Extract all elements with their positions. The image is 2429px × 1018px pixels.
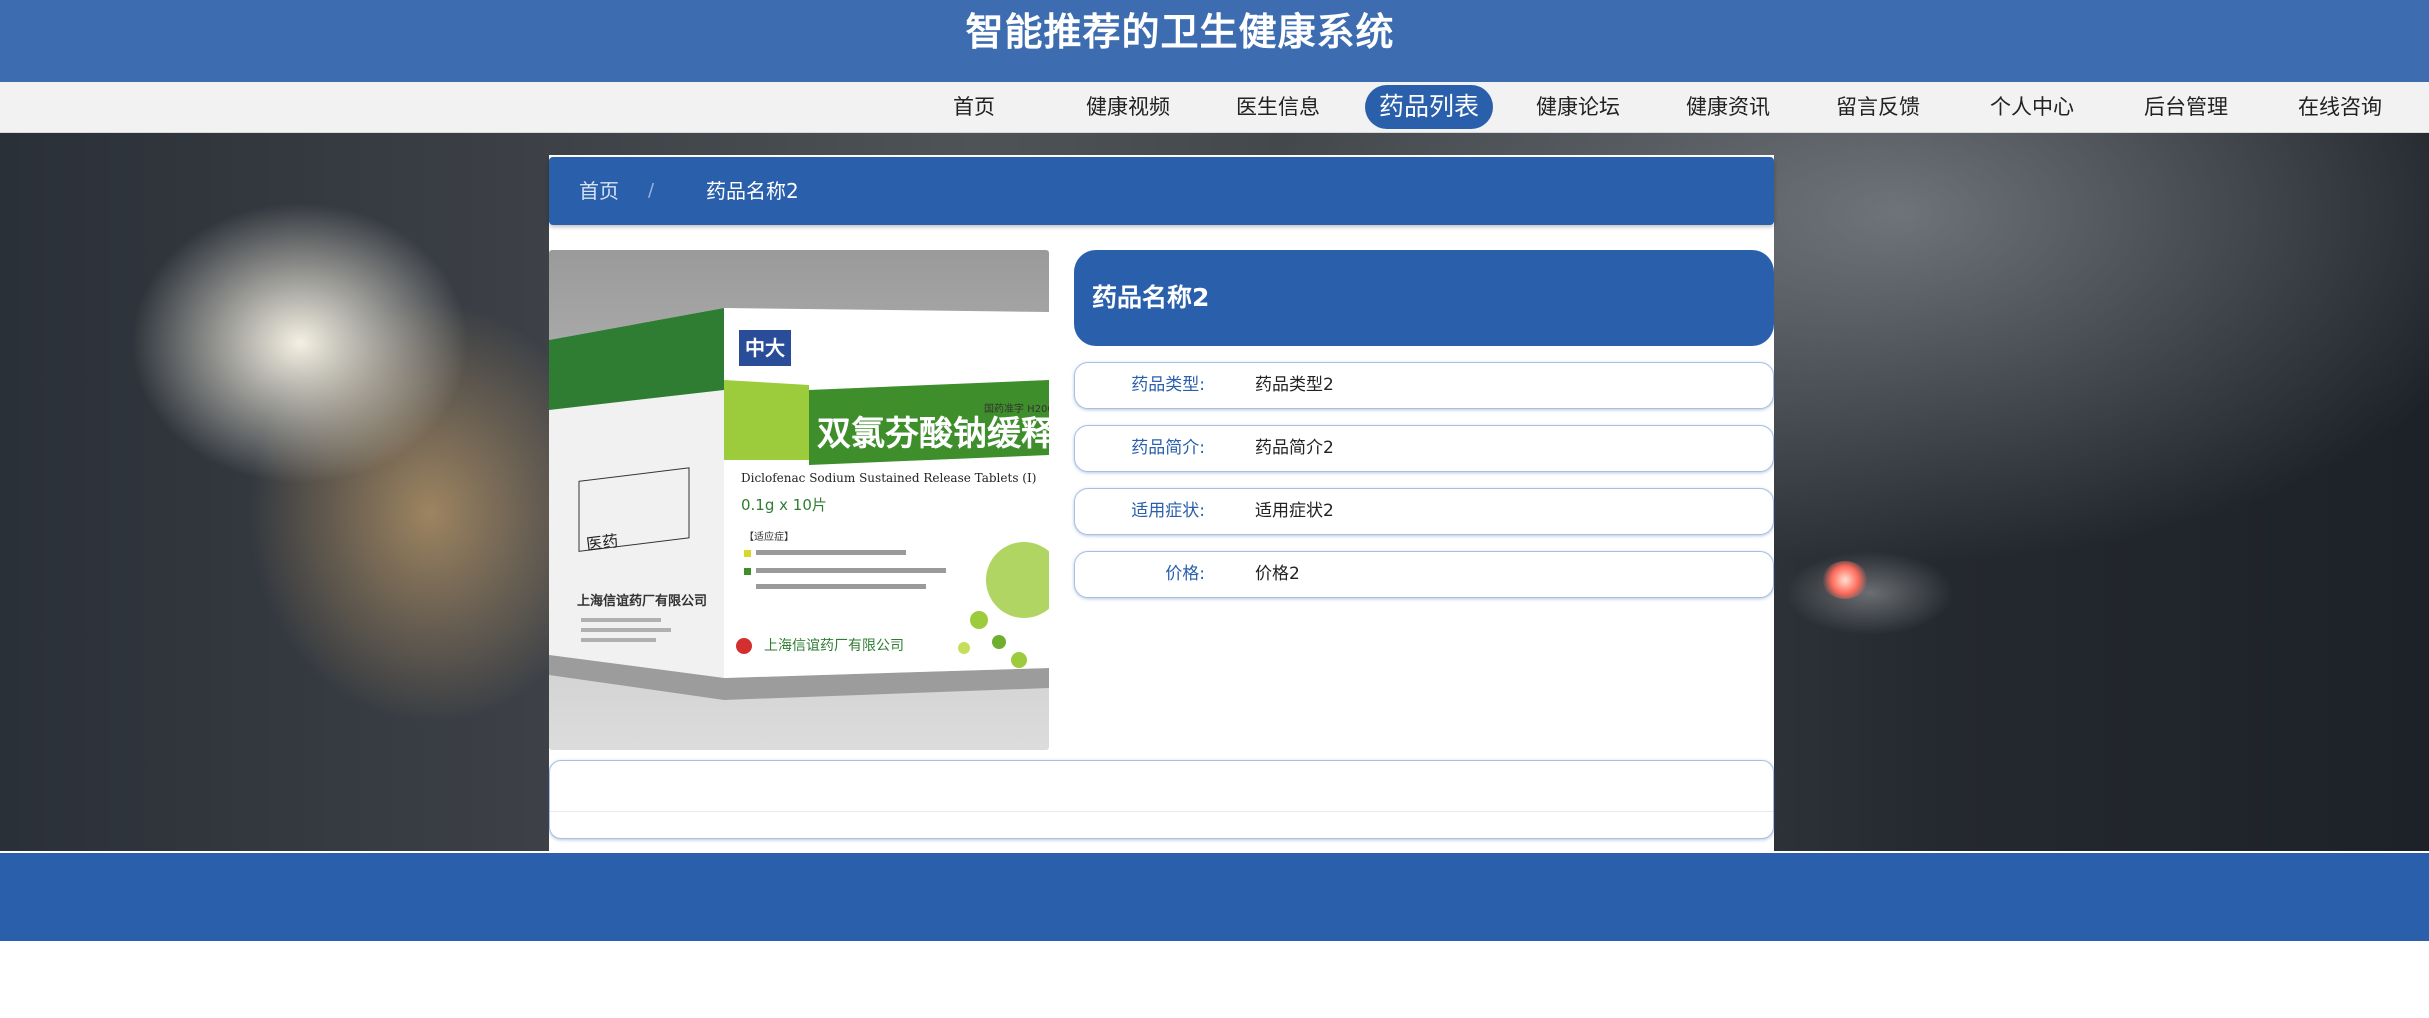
field-value: 适用症状2 (1255, 501, 1334, 521)
field-medicine-intro: 药品简介: 药品简介2 (1074, 425, 1774, 472)
detail-content-box (549, 760, 1774, 839)
nav-item-health-videos[interactable]: 健康视频 (1080, 85, 1176, 129)
box-indication-heading: 【适应症】 (744, 530, 794, 543)
site-title: 智能推荐的卫生健康系统 (965, 10, 1395, 54)
nav-item-health-news[interactable]: 健康资讯 (1680, 85, 1776, 129)
breadcrumb: 首页 / 药品名称2 (549, 157, 1774, 225)
detail-header: 药品名称2 (1074, 250, 1774, 346)
field-value: 药品类型2 (1255, 375, 1334, 395)
nav-item-online-consult[interactable]: 在线咨询 (2292, 85, 2388, 129)
product-image: 中大 国药准字 H200100 双氯芬酸钠缓释片(I Diclofenac So… (549, 250, 1049, 750)
field-label: 适用症状: (1131, 501, 1205, 521)
main-nav: 首页 健康视频 医生信息 药品列表 健康论坛 健康资讯 留言反馈 个人中心 后台… (0, 82, 2429, 133)
medicine-box-illustration: 中大 国药准字 H200100 双氯芬酸钠缓释片(I Diclofenac So… (549, 308, 1049, 700)
box-side-tag: 医药 (585, 531, 619, 554)
box-spec: 0.1g x 10片 (741, 496, 827, 514)
field-label: 价格: (1165, 564, 1205, 584)
divider (550, 811, 1773, 812)
nav-item-feedback[interactable]: 留言反馈 (1830, 85, 1926, 129)
box-title-cn: 双氯芬酸钠缓释片(I (817, 414, 1049, 454)
breadcrumb-home-link[interactable]: 首页 (579, 157, 619, 225)
field-symptoms: 适用症状: 适用症状2 (1074, 488, 1774, 535)
field-value: 药品简介2 (1255, 438, 1334, 458)
field-label: 药品简介: (1131, 438, 1205, 458)
nav-item-health-forum[interactable]: 健康论坛 (1530, 85, 1626, 129)
nav-item-medicine-list[interactable]: 药品列表 (1365, 85, 1494, 129)
box-side-company: 上海信谊药厂有限公司 (577, 593, 707, 609)
nav-item-doctor-info[interactable]: 医生信息 (1230, 85, 1326, 129)
field-label: 药品类型: (1131, 375, 1205, 395)
breadcrumb-current: 药品名称2 (706, 179, 799, 203)
breadcrumb-separator: / (648, 180, 655, 201)
header-bar: 智能推荐的卫生健康系统 (0, 0, 2429, 82)
nav-item-admin[interactable]: 后台管理 (2138, 85, 2234, 129)
nav-item-home[interactable]: 首页 (944, 85, 1004, 129)
box-title-en: Diclofenac Sodium Sustained Release Tabl… (741, 471, 1036, 485)
field-medicine-type: 药品类型: 药品类型2 (1074, 362, 1774, 409)
box-front-company: 上海信谊药厂有限公司 (764, 638, 904, 654)
product-name: 药品名称2 (1092, 283, 1210, 312)
field-value: 价格2 (1255, 564, 1300, 584)
light-spot (1822, 561, 1868, 599)
field-price: 价格: 价格2 (1074, 551, 1774, 598)
nav-item-personal-center[interactable]: 个人中心 (1984, 85, 2080, 129)
brand-badge: 中大 (745, 336, 785, 360)
footer-bar (0, 853, 2429, 941)
